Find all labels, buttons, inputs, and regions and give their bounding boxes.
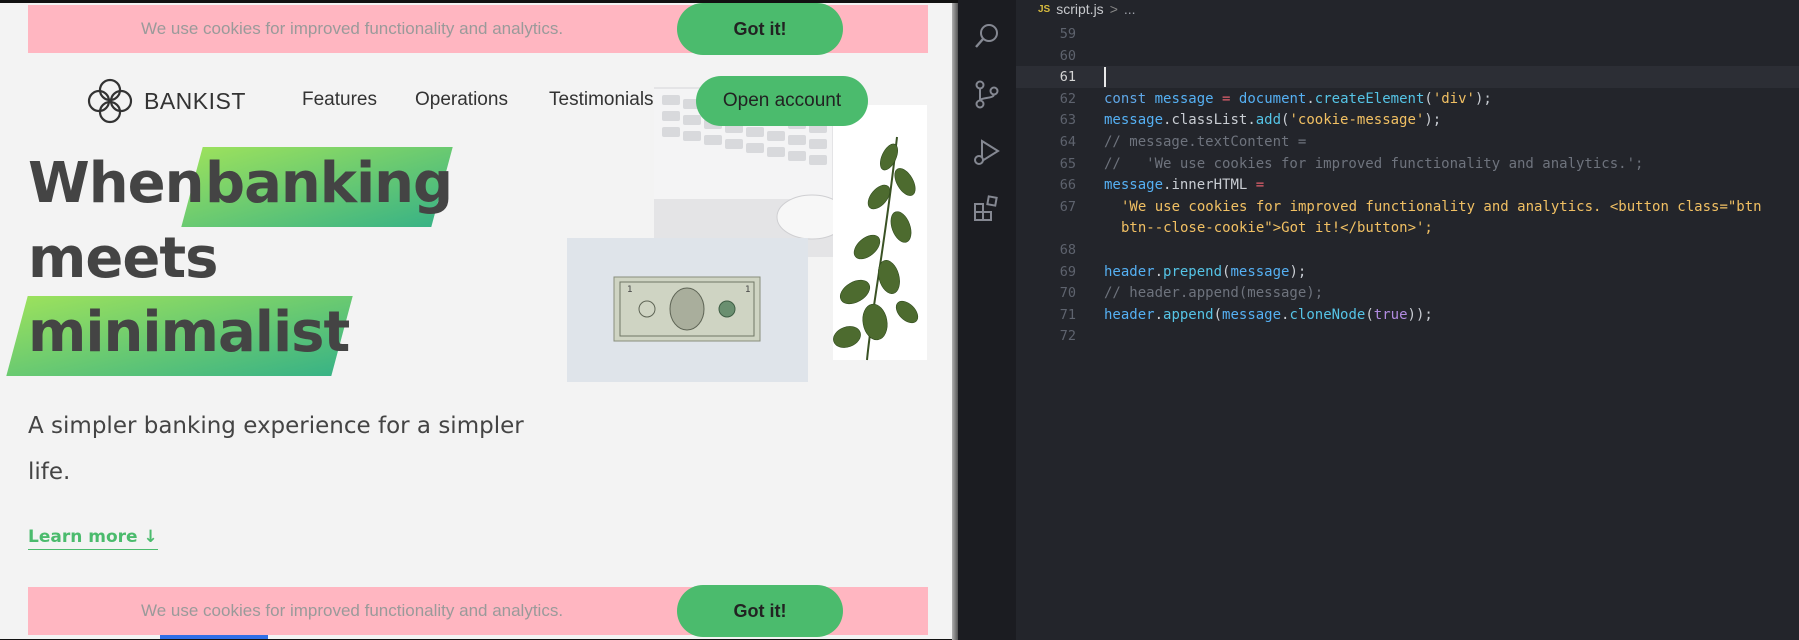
code-text: message.innerHTML = [1104, 177, 1265, 194]
bankist-logo-icon [87, 78, 133, 124]
line-number: 67 [1059, 198, 1076, 215]
code-line[interactable]: 67 'We use cookies for improved functiona… [1016, 196, 1799, 218]
line-number: 65 [1059, 155, 1076, 172]
hero-word-banking: banking [205, 151, 453, 216]
hero-image: 1 1 [567, 87, 927, 382]
line-number: 59 [1059, 26, 1076, 42]
code-text: message.classList.add('cookie-message'); [1104, 112, 1442, 129]
run-debug-icon[interactable] [971, 136, 1003, 168]
code-line[interactable]: 72 [1016, 325, 1799, 347]
learn-more-link[interactable]: Learn more ↓ [28, 527, 158, 550]
dollar-bill-picture: 1 1 [613, 276, 761, 342]
code-text: header.prepend(message); [1104, 263, 1307, 280]
code-line[interactable]: 64 // message.textContent = [1016, 131, 1799, 153]
js-file-icon: JS [1038, 3, 1051, 15]
code-text: btn--close-cookie">Got it!</button>'; [1121, 220, 1433, 237]
extensions-icon[interactable] [971, 192, 1003, 224]
cookie-message-text: We use cookies for improved functionalit… [141, 601, 564, 620]
breadcrumb-symbol[interactable]: ... [1124, 1, 1136, 17]
code-text: // 'We use cookies for improved function… [1104, 155, 1644, 172]
search-icon[interactable] [971, 20, 1003, 52]
hero-word-meets: meets [28, 226, 218, 291]
code-line[interactable]: 61 [1016, 66, 1799, 89]
nav-link-testimonials[interactable]: Testimonials [549, 89, 654, 111]
code-text [1104, 67, 1106, 88]
code-line[interactable]: 70 // header.append(message); [1016, 282, 1799, 304]
code-text: // header.append(message); [1104, 285, 1324, 302]
close-cookie-button[interactable]: Got it! [677, 585, 843, 637]
hero-word-when: When [28, 151, 204, 216]
code-line[interactable]: 59 [1016, 23, 1799, 45]
code-line[interactable]: 62 const message = document.createElement… [1016, 88, 1799, 110]
line-number: 69 [1059, 263, 1076, 280]
open-account-button[interactable]: Open account [696, 76, 868, 126]
code-text: // message.textContent = [1104, 134, 1307, 150]
cookie-message-text: We use cookies for improved functionalit… [141, 19, 564, 38]
logo-text: BANKIST [144, 87, 246, 114]
svg-text:1: 1 [745, 285, 751, 295]
hero-word-minimalist: minimalist [28, 300, 350, 365]
browser-page: We use cookies for improved functionalit… [0, 0, 958, 640]
code-text: const message = document.createElement('… [1104, 90, 1492, 107]
code-line[interactable]: 68 [1016, 239, 1799, 261]
hero-subtitle: A simpler banking experience for a simpl… [28, 413, 524, 485]
line-number: 66 [1059, 177, 1076, 194]
breadcrumb-file[interactable]: script.js [1056, 1, 1103, 17]
code-line[interactable]: 65 // 'We use cookies for improved functi… [1016, 153, 1799, 175]
svg-text:1: 1 [627, 285, 633, 295]
line-number: 63 [1059, 112, 1076, 129]
line-number: 61 [1059, 69, 1076, 86]
line-number: 68 [1059, 242, 1076, 258]
line-number: 62 [1059, 90, 1076, 107]
logo[interactable]: BANKIST [86, 77, 246, 125]
code-line[interactable]: 60 [1016, 45, 1799, 67]
line-number: 71 [1059, 306, 1076, 323]
text-cursor [1104, 67, 1106, 88]
line-number: 72 [1059, 328, 1076, 345]
code-line[interactable]: btn--close-cookie">Got it!</button>'; [1016, 217, 1799, 239]
close-cookie-button[interactable]: Got it! [677, 3, 843, 55]
line-number: 60 [1059, 47, 1076, 64]
source-control-icon[interactable] [971, 78, 1003, 110]
cookie-message: We use cookies for improved functionalit… [28, 3, 928, 55]
breadcrumb: JS script.js > ... [1038, 0, 1136, 18]
code-line[interactable]: 63 message.classList.add('cookie-message'… [1016, 109, 1799, 131]
line-number: 70 [1059, 285, 1076, 302]
code-line[interactable]: 71 header.append(message.cloneNode(true))… [1016, 304, 1799, 326]
nav-link-operations[interactable]: Operations [415, 89, 508, 111]
activity-bar [958, 0, 1016, 640]
code-line[interactable]: 69 header.prepend(message); [1016, 261, 1799, 283]
breadcrumb-separator: > [1109, 1, 1118, 17]
code-editor: JS script.js > ... 59 60 61 62 const message… [958, 0, 1799, 640]
code-line[interactable]: 66 message.innerHTML = [1016, 174, 1799, 196]
nav-link-features[interactable]: Features [302, 89, 377, 111]
line-number: 64 [1059, 134, 1076, 150]
code-text: 'We use cookies for improved functionali… [1121, 198, 1762, 215]
code-text: header.append(message.cloneNode(true)); [1104, 306, 1433, 323]
cookie-message-clone: We use cookies for improved functionalit… [28, 585, 928, 637]
